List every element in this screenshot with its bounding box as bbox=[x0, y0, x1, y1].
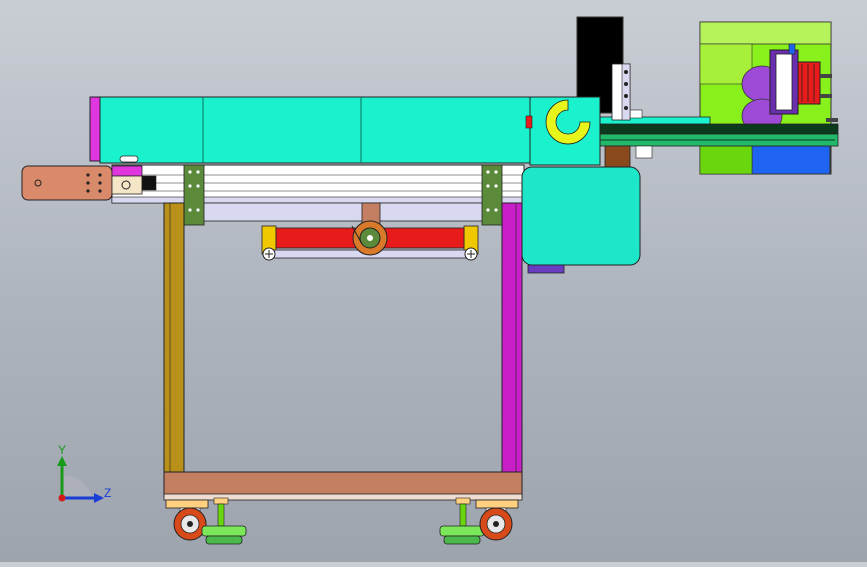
main-cover[interactable] bbox=[89, 96, 601, 166]
cad-viewport[interactable]: Y Z bbox=[0, 0, 867, 562]
red-clamp bbox=[797, 61, 821, 105]
leveling-foot-left[interactable] bbox=[201, 497, 247, 545]
y-axis-label: Y bbox=[58, 443, 66, 457]
x-axis-dot bbox=[58, 494, 66, 502]
motor-box[interactable] bbox=[521, 166, 641, 274]
frame-right-leg[interactable] bbox=[501, 202, 523, 498]
frame-bottom-bar[interactable] bbox=[163, 471, 523, 501]
blue-block bbox=[751, 145, 831, 175]
bracket-left bbox=[183, 164, 205, 226]
axis-triad: Y Z bbox=[57, 443, 111, 503]
frame-left-leg[interactable] bbox=[163, 202, 185, 498]
estop-button bbox=[119, 155, 139, 163]
bolt-strip bbox=[611, 63, 631, 121]
triad-quadrant bbox=[62, 474, 92, 498]
cad-model-canvas[interactable]: Y Z bbox=[0, 0, 867, 562]
bracket-right bbox=[481, 164, 503, 226]
z-axis-label: Z bbox=[104, 486, 111, 500]
right-unit[interactable] bbox=[699, 21, 838, 175]
